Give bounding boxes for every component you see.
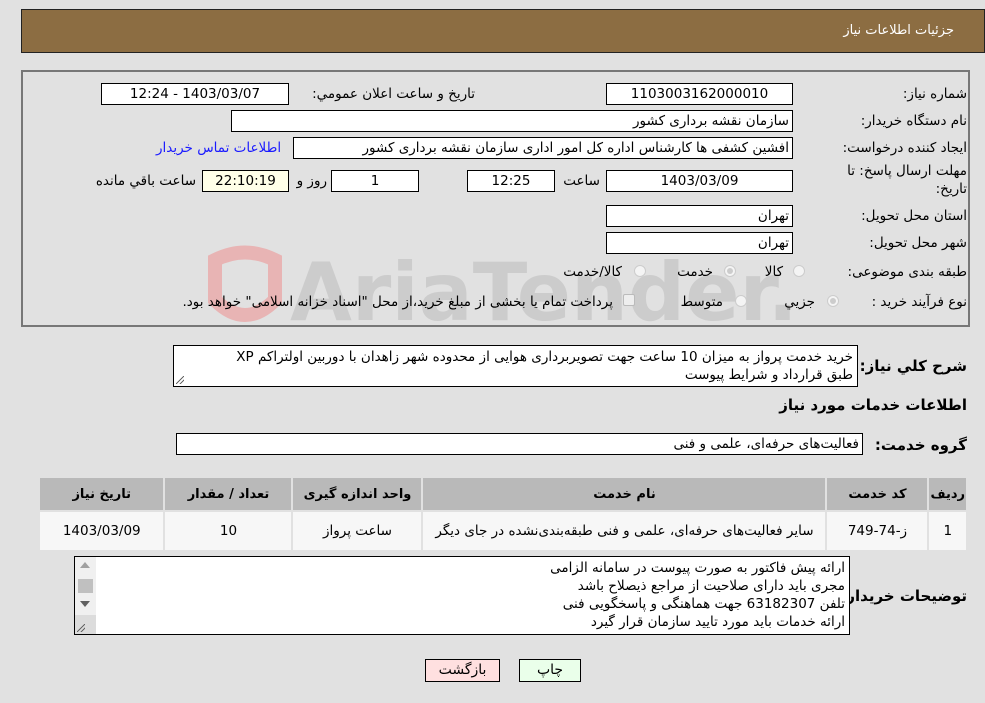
services-section-title: اطلاعات خدمات مورد نیاز <box>779 396 967 414</box>
deadline-label: مهلت ارسال پاسخ: تا <box>847 163 967 179</box>
announce-datetime-field: 1403/03/07 - 12:24 <box>101 83 289 105</box>
buyer-org-field: سازمان نقشه برداری کشور <box>231 110 793 132</box>
cell-name: سایر فعالیت‌های حرفه‌ای، علمی و فنی طبقه… <box>421 510 828 552</box>
description-textarea[interactable]: خرید خدمت پرواز به میزان 10 ساعت جهت تصو… <box>173 345 858 387</box>
description-line-1: خرید خدمت پرواز به میزان 10 ساعت جهت تصو… <box>236 349 853 365</box>
category-option-service: خدمت <box>677 264 713 280</box>
days-remaining-field: 1 <box>331 170 419 192</box>
service-group-label: گروه خدمت: <box>874 436 967 454</box>
category-radio-goods-service[interactable] <box>634 265 646 277</box>
description-label: شرح کلي نیاز: <box>859 357 967 375</box>
category-radio-service[interactable] <box>724 265 736 277</box>
table-row: 1 ز-74-749 سایر فعالیت‌های حرفه‌ای، علمی… <box>37 510 968 552</box>
scroll-down-icon[interactable] <box>80 601 90 607</box>
cell-qty: 10 <box>163 510 294 552</box>
time-remaining-field: 22:10:19 <box>202 170 289 192</box>
print-button[interactable]: چاپ <box>519 659 581 682</box>
purchase-radio-minor[interactable] <box>827 295 839 307</box>
need-number-label: شماره نیاز: <box>902 86 967 102</box>
treasury-note: پرداخت تمام یا بخشی از مبلغ خرید،از محل … <box>182 294 613 310</box>
province-label: استان محل تحویل: <box>861 208 967 224</box>
category-label: طبقه بندی موضوعی: <box>847 264 967 280</box>
buyer-notes-label: توضیحات خریدار: <box>840 587 967 605</box>
col-name: نام خدمت <box>421 476 828 512</box>
requester-field: افشین کشفی ها کارشناس اداره کل امور ادار… <box>293 137 793 159</box>
purchase-type-label: نوع فرآیند خرید : <box>871 294 967 310</box>
category-option-goods: کالا <box>764 264 783 280</box>
col-qty: تعداد / مقدار <box>163 476 294 512</box>
cell-unit: ساعت پرواز <box>291 510 424 552</box>
purchase-option-minor: جزیي <box>784 294 815 310</box>
buyer-note-line: ارائه پیش فاکتور به صورت پیوست در سامانه… <box>550 560 845 576</box>
deadline-time-field: 12:25 <box>467 170 555 192</box>
deadline-date-field: 1403/03/09 <box>606 170 793 192</box>
buyer-contact-link[interactable]: اطلاعات تماس خریدار <box>156 140 281 156</box>
resize-grip-icon[interactable] <box>77 624 85 632</box>
service-group-field: فعالیت‌های حرفه‌ای، علمی و فنی <box>176 433 863 455</box>
details-panel <box>21 70 970 325</box>
page-header: جزئیات اطلاعات نیاز <box>21 9 985 53</box>
cell-row: 1 <box>927 510 968 552</box>
category-radio-goods[interactable] <box>793 265 805 277</box>
back-button[interactable]: بازگشت <box>425 659 500 682</box>
time-remaining-label: ساعت باقي مانده <box>95 173 196 189</box>
announce-datetime-label: تاریخ و ساعت اعلان عمومي: <box>312 86 475 102</box>
purchase-radio-medium[interactable] <box>735 295 747 307</box>
description-line-2: طبق قرارداد و شرایط پیوست <box>684 367 853 383</box>
treasury-checkbox[interactable] <box>623 294 635 306</box>
scroll-up-icon[interactable] <box>80 562 90 568</box>
section-divider <box>21 325 970 327</box>
days-label: روز و <box>296 173 327 189</box>
page-title: جزئیات اطلاعات نیاز <box>843 23 954 38</box>
city-field: تهران <box>606 232 793 254</box>
resize-grip-icon[interactable] <box>176 376 184 384</box>
table-header-row: ردیف کد خدمت نام خدمت واحد اندازه گیری ت… <box>37 476 968 512</box>
buyer-note-line: ارائه خدمات باید مورد تایید سازمان قرار … <box>590 614 845 630</box>
category-option-goods-service: کالا/خدمت <box>563 264 622 280</box>
cell-date: 1403/03/09 <box>37 510 166 552</box>
col-unit: واحد اندازه گیری <box>291 476 424 512</box>
city-label: شهر محل تحویل: <box>869 235 967 251</box>
province-field: تهران <box>606 205 793 227</box>
buyer-note-line: تلفن 63182307 جهت هماهنگی و پاسخگویی فنی <box>562 596 845 612</box>
scroll-thumb[interactable] <box>78 579 93 593</box>
deadline-label-line2: تاریخ: <box>935 181 967 197</box>
requester-label: ایجاد کننده درخواست: <box>842 140 967 156</box>
purchase-option-medium: متوسط <box>680 294 723 310</box>
buyer-notes-textarea[interactable]: ارائه پیش فاکتور به صورت پیوست در سامانه… <box>74 556 850 635</box>
col-date: تاریخ نیاز <box>37 476 166 512</box>
notes-scrollbar[interactable] <box>75 557 96 634</box>
deadline-time-label: ساعت <box>563 173 600 189</box>
buyer-note-line: مجری باید دارای صلاحیت از مراجع ذیصلاح ب… <box>577 578 845 594</box>
cell-code: ز-74-749 <box>825 510 930 552</box>
need-number-field: 1103003162000010 <box>606 83 793 105</box>
buyer-org-label: نام دستگاه خریدار: <box>860 113 967 129</box>
services-table: ردیف کد خدمت نام خدمت واحد اندازه گیری ت… <box>37 476 968 552</box>
col-code: کد خدمت <box>825 476 930 512</box>
col-row: ردیف <box>927 476 968 512</box>
